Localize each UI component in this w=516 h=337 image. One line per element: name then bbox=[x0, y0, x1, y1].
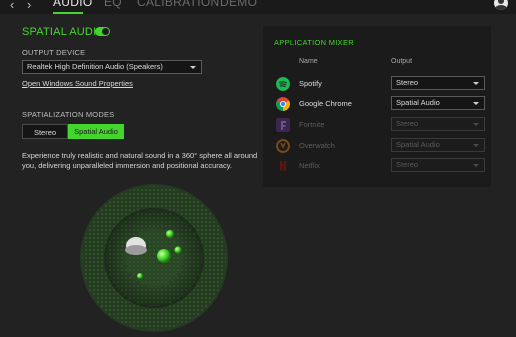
output-device-label: OUTPUT DEVICE bbox=[22, 48, 86, 57]
forward-arrow-icon[interactable]: › bbox=[27, 0, 31, 12]
app-name: Netflix bbox=[299, 161, 320, 170]
netflix-icon bbox=[280, 161, 286, 171]
output-device-value: Realtek High Definition Audio (Speakers) bbox=[27, 62, 163, 71]
tab-calibration[interactable]: CALIBRATION bbox=[137, 0, 219, 9]
top-nav-bar: ‹ › AUDIO EQ CALIBRATION DEMO bbox=[0, 0, 516, 14]
mixer-row-netflix: Netflix Stereo bbox=[263, 156, 491, 176]
chevron-down-icon bbox=[473, 164, 479, 167]
tab-eq[interactable]: EQ bbox=[104, 0, 122, 9]
chevron-down-icon bbox=[473, 123, 479, 126]
app-name: Overwatch bbox=[299, 141, 335, 150]
spotify-icon bbox=[276, 77, 290, 91]
spatial-audio-visualizer bbox=[80, 184, 228, 332]
app-output-select: Stereo bbox=[391, 117, 485, 131]
tab-demo[interactable]: DEMO bbox=[220, 0, 257, 9]
app-output-value: Stereo bbox=[396, 78, 419, 87]
mode-spatial-audio-button[interactable]: Spatial Audio bbox=[68, 124, 124, 139]
overwatch-icon bbox=[276, 139, 290, 153]
fortnite-icon bbox=[276, 118, 290, 132]
app-output-select: Stereo bbox=[391, 158, 485, 172]
application-mixer-panel: APPLICATION MIXER Name Output Spotify St… bbox=[263, 26, 491, 187]
chevron-down-icon bbox=[473, 102, 479, 105]
app-name: Spotify bbox=[299, 79, 322, 88]
app-output-value: Stereo bbox=[396, 119, 419, 128]
active-tab-indicator bbox=[53, 12, 83, 14]
output-device-select[interactable]: Realtek High Definition Audio (Speakers) bbox=[22, 60, 202, 74]
user-avatar-icon[interactable] bbox=[494, 0, 508, 10]
back-arrow-icon[interactable]: ‹ bbox=[10, 0, 14, 12]
spatialization-modes-label: SPATIALIZATION MODES bbox=[22, 110, 115, 119]
app-name: Google Chrome bbox=[299, 99, 352, 108]
mixer-row-fortnite: Fortnite Stereo bbox=[263, 115, 491, 135]
mixer-col-name: Name bbox=[299, 58, 318, 65]
mixer-row-overwatch: Overwatch Spatial Audio bbox=[263, 136, 491, 156]
mode-stereo-button[interactable]: Stereo bbox=[22, 124, 68, 139]
spatial-audio-toggle[interactable] bbox=[95, 27, 110, 36]
app-output-value: Spatial Audio bbox=[396, 98, 440, 107]
mixer-row-spotify: Spotify Stereo bbox=[263, 74, 491, 94]
chevron-down-icon bbox=[190, 66, 196, 69]
spatialization-description: Experience truly realistic and natural s… bbox=[22, 151, 258, 170]
app-name: Fortnite bbox=[299, 120, 325, 129]
app-output-select: Spatial Audio bbox=[391, 138, 485, 152]
tab-audio[interactable]: AUDIO bbox=[53, 0, 93, 9]
chevron-down-icon bbox=[473, 144, 479, 147]
open-sound-properties-link[interactable]: Open Windows Sound Properties bbox=[22, 79, 133, 88]
chrome-icon bbox=[276, 97, 290, 111]
chevron-down-icon bbox=[473, 82, 479, 85]
app-output-select[interactable]: Stereo bbox=[391, 76, 485, 90]
application-mixer-title: APPLICATION MIXER bbox=[274, 38, 354, 47]
app-output-select[interactable]: Spatial Audio bbox=[391, 96, 485, 110]
sound-sphere-graphic bbox=[80, 184, 228, 332]
app-output-value: Spatial Audio bbox=[396, 140, 440, 149]
app-output-value: Stereo bbox=[396, 160, 419, 169]
mixer-row-chrome: Google Chrome Spatial Audio bbox=[263, 94, 491, 114]
spatial-audio-title: SPATIAL AUDIO bbox=[22, 26, 106, 38]
mixer-col-output: Output bbox=[391, 58, 413, 65]
